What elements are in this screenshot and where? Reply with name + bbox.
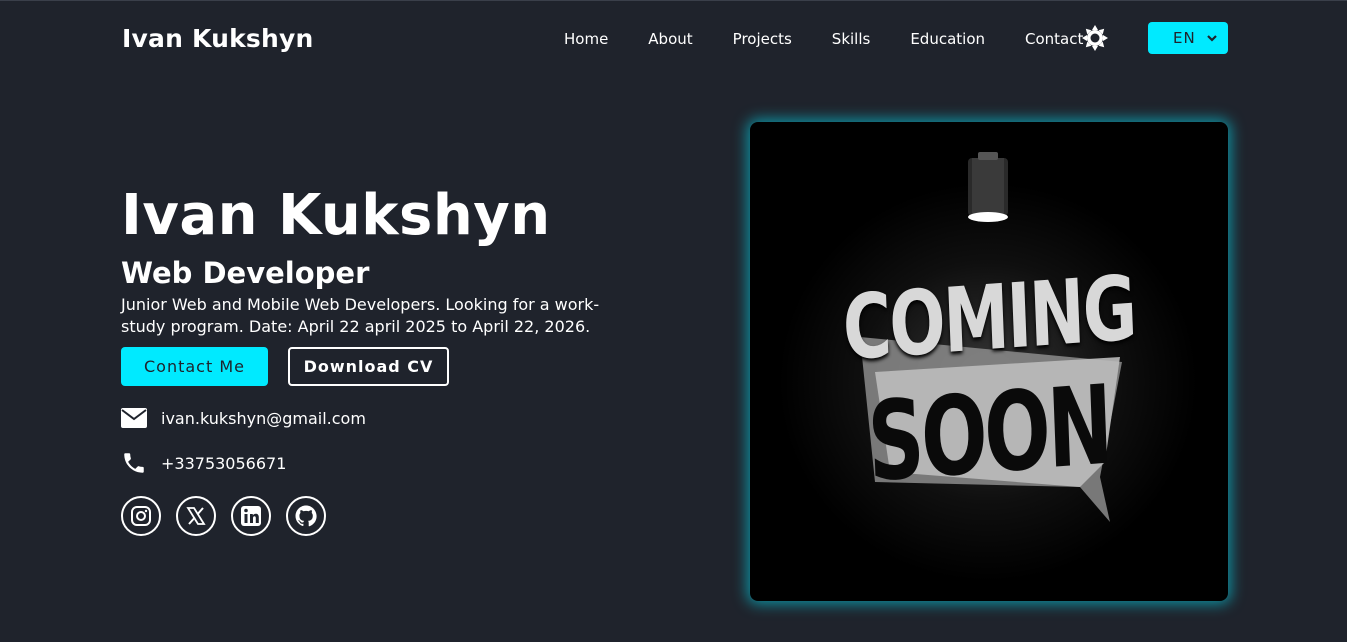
theme-toggle-button[interactable] — [1081, 24, 1109, 52]
hero-name: Ivan Kukshyn — [121, 183, 551, 248]
nav-education[interactable]: Education — [910, 30, 985, 48]
nav-about[interactable]: About — [648, 30, 692, 48]
github-link[interactable] — [286, 496, 326, 536]
x-link[interactable] — [176, 496, 216, 536]
main-nav: Home About Projects Skills Education Con… — [564, 30, 1123, 48]
linkedin-icon — [241, 506, 261, 526]
instagram-icon — [131, 506, 151, 526]
instagram-link[interactable] — [121, 496, 161, 536]
email-text: ivan.kukshyn@gmail.com — [161, 408, 366, 428]
github-icon — [295, 505, 317, 527]
nav-projects[interactable]: Projects — [733, 30, 792, 48]
nav-skills[interactable]: Skills — [832, 30, 871, 48]
hero-description: Junior Web and Mobile Web Developers. Lo… — [121, 295, 600, 336]
phone-icon — [121, 451, 149, 475]
hero-role: Web Developer — [121, 256, 370, 290]
nav-contact[interactable]: Contact — [1025, 30, 1083, 48]
download-cv-button[interactable]: Download CV — [288, 347, 449, 386]
contact-me-button[interactable]: Contact Me — [121, 347, 268, 386]
envelope-icon — [121, 406, 149, 430]
language-select[interactable]: EN — [1148, 22, 1228, 54]
site-logo[interactable]: Ivan Kukshyn — [122, 24, 314, 53]
linkedin-link[interactable] — [231, 496, 271, 536]
coming-soon-image: COMING SOON — [750, 122, 1228, 601]
phone-row[interactable]: +33753056671 — [121, 451, 286, 475]
language-value: EN — [1173, 29, 1196, 47]
x-icon — [186, 507, 206, 525]
social-links — [121, 496, 341, 536]
nav-home[interactable]: Home — [564, 30, 608, 48]
email-row[interactable]: ivan.kukshyn@gmail.com — [121, 406, 366, 430]
phone-text: +33753056671 — [161, 453, 287, 473]
site-header: Ivan Kukshyn Home About Projects Skills … — [0, 0, 1347, 78]
sun-icon — [1082, 25, 1108, 51]
chevron-down-icon — [1207, 35, 1217, 42]
